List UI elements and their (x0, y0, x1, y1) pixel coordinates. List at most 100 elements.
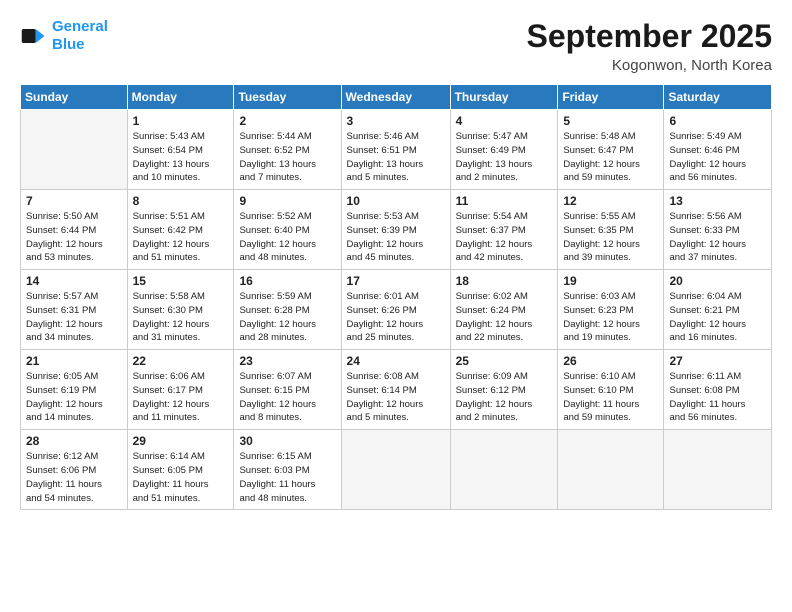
day-header-wednesday: Wednesday (341, 85, 450, 110)
day-header-monday: Monday (127, 85, 234, 110)
day-number: 8 (133, 194, 229, 208)
calendar-cell: 21Sunrise: 6:05 AMSunset: 6:19 PMDayligh… (21, 350, 128, 430)
day-number: 30 (239, 434, 335, 448)
day-detail: Sunrise: 5:51 AMSunset: 6:42 PMDaylight:… (133, 210, 229, 265)
calendar-cell: 9 Sunrise: 5:52 AMSunset: 6:40 PMDaylight… (234, 190, 341, 270)
day-number: 25 (456, 354, 553, 368)
day-number: 17 (347, 274, 445, 288)
logo-text: General Blue (52, 18, 108, 54)
day-number: 13 (669, 194, 766, 208)
calendar-cell: 22 Sunrise: 6:06 AMSunset: 6:17 PMDayligh… (127, 350, 234, 430)
day-detail: Sunrise: 5:56 AMSunset: 6:33 PMDaylight:… (669, 210, 766, 265)
calendar-page: General Blue September 2025 Kogonwon, No… (0, 0, 792, 612)
calendar-cell: 6 Sunrise: 5:49 AMSunset: 6:46 PMDaylight… (664, 110, 772, 190)
day-detail: Sunrise: 6:14 AMSunset: 6:05 PMDaylight:… (133, 450, 229, 505)
day-number: 21 (26, 354, 122, 368)
day-number: 6 (669, 114, 766, 128)
day-number: 5 (563, 114, 658, 128)
day-number: 12 (563, 194, 658, 208)
day-number: 9 (239, 194, 335, 208)
calendar-week-3: 14Sunrise: 5:57 AMSunset: 6:31 PMDayligh… (21, 270, 772, 350)
day-detail: Sunrise: 5:54 AMSunset: 6:37 PMDaylight:… (456, 210, 553, 265)
day-number: 19 (563, 274, 658, 288)
calendar-cell: 20 Sunrise: 6:04 AMSunset: 6:21 PMDayligh… (664, 270, 772, 350)
calendar-cell: 5Sunrise: 5:48 AMSunset: 6:47 PMDaylight… (558, 110, 664, 190)
day-detail: Sunrise: 5:43 AMSunset: 6:54 PMDaylight:… (133, 130, 229, 185)
title-block: September 2025 Kogonwon, North Korea (527, 18, 772, 74)
day-number: 7 (26, 194, 122, 208)
day-detail: Sunrise: 5:55 AMSunset: 6:35 PMDaylight:… (563, 210, 658, 265)
calendar-cell: 19Sunrise: 6:03 AMSunset: 6:23 PMDayligh… (558, 270, 664, 350)
day-detail: Sunrise: 6:11 AMSunset: 6:08 PMDaylight:… (669, 370, 766, 425)
day-detail: Sunrise: 6:10 AMSunset: 6:10 PMDaylight:… (563, 370, 658, 425)
day-number: 2 (239, 114, 335, 128)
day-number: 27 (669, 354, 766, 368)
calendar-cell: 23 Sunrise: 6:07 AMSunset: 6:15 PMDayligh… (234, 350, 341, 430)
calendar-cell (664, 430, 772, 510)
day-detail: Sunrise: 5:58 AMSunset: 6:30 PMDaylight:… (133, 290, 229, 345)
day-number: 10 (347, 194, 445, 208)
calendar-cell: 15 Sunrise: 5:58 AMSunset: 6:30 PMDayligh… (127, 270, 234, 350)
calendar-cell: 16 Sunrise: 5:59 AMSunset: 6:28 PMDayligh… (234, 270, 341, 350)
day-detail: Sunrise: 5:47 AMSunset: 6:49 PMDaylight:… (456, 130, 553, 185)
day-detail: Sunrise: 6:09 AMSunset: 6:12 PMDaylight:… (456, 370, 553, 425)
location: Kogonwon, North Korea (527, 57, 772, 74)
day-header-sunday: Sunday (21, 85, 128, 110)
day-detail: Sunrise: 6:02 AMSunset: 6:24 PMDaylight:… (456, 290, 553, 345)
calendar-cell (450, 430, 558, 510)
day-detail: Sunrise: 5:53 AMSunset: 6:39 PMDaylight:… (347, 210, 445, 265)
calendar-cell: 30Sunrise: 6:15 AMSunset: 6:03 PMDayligh… (234, 430, 341, 510)
day-number: 18 (456, 274, 553, 288)
day-detail: Sunrise: 6:07 AMSunset: 6:15 PMDaylight:… (239, 370, 335, 425)
calendar-cell: 8 Sunrise: 5:51 AMSunset: 6:42 PMDaylight… (127, 190, 234, 270)
day-detail: Sunrise: 6:12 AMSunset: 6:06 PMDaylight:… (26, 450, 122, 505)
day-detail: Sunrise: 6:06 AMSunset: 6:17 PMDaylight:… (133, 370, 229, 425)
calendar-cell: 1Sunrise: 5:43 AMSunset: 6:54 PMDaylight… (127, 110, 234, 190)
day-number: 26 (563, 354, 658, 368)
calendar-cell (341, 430, 450, 510)
calendar-cell: 24Sunrise: 6:08 AMSunset: 6:14 PMDayligh… (341, 350, 450, 430)
day-detail: Sunrise: 5:59 AMSunset: 6:28 PMDaylight:… (239, 290, 335, 345)
day-number: 24 (347, 354, 445, 368)
day-detail: Sunrise: 5:46 AMSunset: 6:51 PMDaylight:… (347, 130, 445, 185)
calendar-cell: 4 Sunrise: 5:47 AMSunset: 6:49 PMDaylight… (450, 110, 558, 190)
day-header-thursday: Thursday (450, 85, 558, 110)
day-number: 28 (26, 434, 122, 448)
month-title: September 2025 (527, 18, 772, 55)
calendar-week-1: 1Sunrise: 5:43 AMSunset: 6:54 PMDaylight… (21, 110, 772, 190)
day-detail: Sunrise: 5:52 AMSunset: 6:40 PMDaylight:… (239, 210, 335, 265)
day-number: 14 (26, 274, 122, 288)
calendar-cell: 18 Sunrise: 6:02 AMSunset: 6:24 PMDayligh… (450, 270, 558, 350)
calendar-cell: 2 Sunrise: 5:44 AMSunset: 6:52 PMDaylight… (234, 110, 341, 190)
calendar-cell: 29Sunrise: 6:14 AMSunset: 6:05 PMDayligh… (127, 430, 234, 510)
day-number: 23 (239, 354, 335, 368)
calendar-cell: 7Sunrise: 5:50 AMSunset: 6:44 PMDaylight… (21, 190, 128, 270)
calendar-cell: 13 Sunrise: 5:56 AMSunset: 6:33 PMDayligh… (664, 190, 772, 270)
calendar-week-5: 28 Sunrise: 6:12 AMSunset: 6:06 PMDayligh… (21, 430, 772, 510)
day-number: 22 (133, 354, 229, 368)
day-detail: Sunrise: 5:44 AMSunset: 6:52 PMDaylight:… (239, 130, 335, 185)
calendar-table: SundayMondayTuesdayWednesdayThursdayFrid… (20, 84, 772, 510)
calendar-cell: 12 Sunrise: 5:55 AMSunset: 6:35 PMDayligh… (558, 190, 664, 270)
logo-icon (20, 22, 48, 50)
day-number: 16 (239, 274, 335, 288)
day-number: 3 (347, 114, 445, 128)
logo: General Blue (20, 18, 108, 54)
day-detail: Sunrise: 6:04 AMSunset: 6:21 PMDaylight:… (669, 290, 766, 345)
header-row: SundayMondayTuesdayWednesdayThursdayFrid… (21, 85, 772, 110)
calendar-week-4: 21Sunrise: 6:05 AMSunset: 6:19 PMDayligh… (21, 350, 772, 430)
calendar-cell: 26 Sunrise: 6:10 AMSunset: 6:10 PMDayligh… (558, 350, 664, 430)
day-header-tuesday: Tuesday (234, 85, 341, 110)
calendar-cell: 14Sunrise: 5:57 AMSunset: 6:31 PMDayligh… (21, 270, 128, 350)
calendar-cell: 27 Sunrise: 6:11 AMSunset: 6:08 PMDayligh… (664, 350, 772, 430)
calendar-cell (21, 110, 128, 190)
day-number: 4 (456, 114, 553, 128)
day-number: 15 (133, 274, 229, 288)
calendar-cell: 3 Sunrise: 5:46 AMSunset: 6:51 PMDaylight… (341, 110, 450, 190)
calendar-cell: 11Sunrise: 5:54 AMSunset: 6:37 PMDayligh… (450, 190, 558, 270)
day-detail: Sunrise: 5:49 AMSunset: 6:46 PMDaylight:… (669, 130, 766, 185)
day-header-friday: Friday (558, 85, 664, 110)
day-header-saturday: Saturday (664, 85, 772, 110)
calendar-cell: 25 Sunrise: 6:09 AMSunset: 6:12 PMDayligh… (450, 350, 558, 430)
day-number: 20 (669, 274, 766, 288)
